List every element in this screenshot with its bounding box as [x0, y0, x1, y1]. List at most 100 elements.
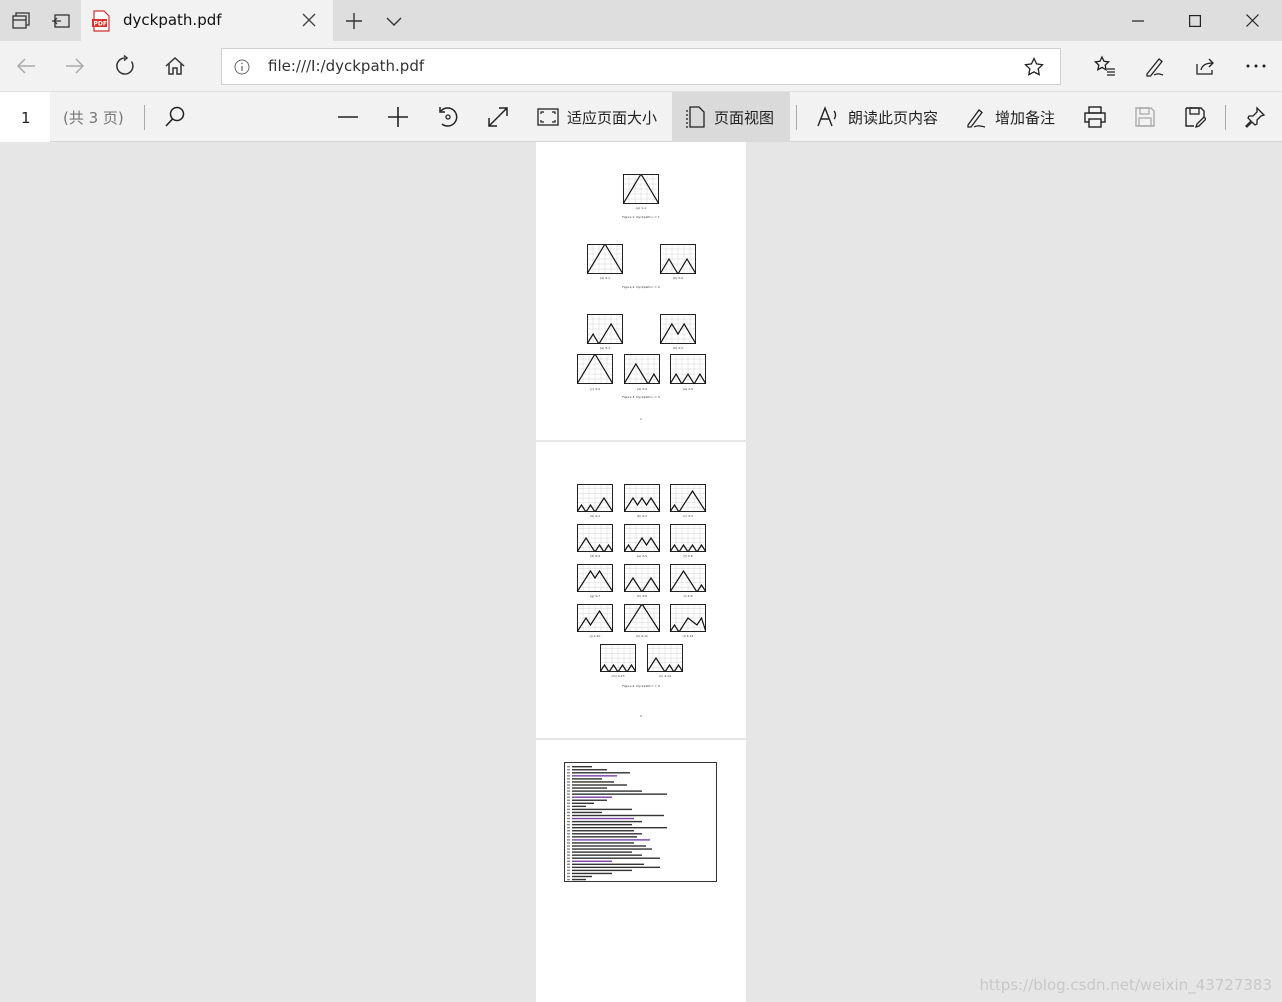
info-icon[interactable]: [234, 59, 250, 75]
figure-caption: (a) 1-1: [635, 206, 647, 210]
rotate-button[interactable]: [436, 92, 460, 142]
star-icon[interactable]: [1024, 57, 1044, 77]
figure-caption: (a) 2-1: [599, 276, 611, 280]
pen-icon[interactable]: [1135, 46, 1175, 86]
close-icon[interactable]: [301, 12, 317, 28]
figure-caption: (c) 3-3: [590, 387, 600, 391]
figure-caption: (f) 4-6: [683, 554, 693, 558]
chevron-down-icon[interactable]: [374, 0, 414, 41]
figure-caption: (m) 4-13: [611, 674, 625, 678]
save-as-button[interactable]: [1184, 92, 1206, 142]
pdf-icon: PDF: [91, 10, 111, 32]
dyckpath-thumb: [624, 354, 660, 384]
set-aside-tabs-icon[interactable]: [41, 0, 81, 41]
fullscreen-button[interactable]: [486, 92, 510, 142]
title-bar: PDF dyckpath.pdf: [0, 0, 1282, 41]
figure-caption: (i) 4-9: [683, 594, 693, 598]
figure-caption: (n) 4-14: [658, 674, 672, 678]
dyckpath-thumb: [624, 564, 660, 592]
figure-title: Figure 1: Dyckpath n = 1: [622, 215, 660, 219]
figure-caption: (j) 4-10: [589, 634, 601, 638]
page-view-icon: [686, 106, 706, 128]
rotate-icon: [436, 105, 460, 129]
dyckpath-thumb: [670, 354, 706, 384]
maximize-icon[interactable]: [1167, 0, 1223, 41]
add-notes-label: 增加备注: [995, 108, 1056, 127]
back-icon[interactable]: [6, 46, 46, 86]
read-aloud-button[interactable]: 朗读此页内容: [816, 92, 938, 142]
fullscreen-icon: [486, 105, 510, 129]
fit-icon: [537, 108, 559, 126]
read-aloud-label: 朗读此页内容: [848, 108, 939, 127]
pin-icon: [1244, 106, 1266, 128]
save-button[interactable]: [1134, 92, 1156, 142]
tab-manager-icon[interactable]: [1, 0, 41, 41]
dyckpath-thumb: [600, 644, 636, 672]
pdf-page-3: [536, 740, 746, 1002]
home-icon[interactable]: [155, 46, 195, 86]
figure-caption: (g) 4-7: [589, 594, 601, 598]
page-number-footer: 1: [640, 417, 642, 421]
fit-page-button[interactable]: 适应页面大小: [537, 92, 657, 142]
figure-caption: (k) 4-11: [636, 634, 648, 638]
pin-toolbar-button[interactable]: [1244, 92, 1266, 142]
dyckpath-thumb: [624, 604, 660, 632]
page-number: 1: [21, 109, 31, 127]
zoom-out-button[interactable]: [336, 92, 360, 142]
search-icon: [163, 105, 187, 129]
address-bar[interactable]: file:///I:/dyckpath.pdf: [221, 48, 1061, 85]
share-icon[interactable]: [1185, 46, 1225, 86]
dyckpath-thumb: [647, 644, 683, 672]
zoom-out-icon: [336, 105, 360, 129]
figure-caption: (d) 4-4: [589, 554, 601, 558]
fit-page-label: 适应页面大小: [567, 108, 658, 127]
more-icon[interactable]: [1236, 46, 1276, 86]
figure-caption: (c) 4-3: [683, 514, 693, 518]
dyckpath-thumb: [624, 484, 660, 512]
figure-caption: (b) 3-2: [672, 346, 684, 350]
figure-caption: (b) 2-2: [672, 276, 684, 280]
search-button[interactable]: [163, 92, 187, 142]
forward-icon[interactable]: [55, 46, 95, 86]
zoom-in-button[interactable]: [386, 92, 410, 142]
tab-dyckpath[interactable]: PDF dyckpath.pdf: [81, 0, 333, 41]
dyckpath-thumb: [660, 314, 696, 344]
dyckpath-thumb: [624, 524, 660, 552]
pdf-toolbar: 1 (共 3 页) 适应页面大小 页面视图 朗读此页内容 增加备注: [0, 91, 1282, 142]
svg-text:PDF: PDF: [94, 21, 107, 28]
watermark: https://blog.csdn.net/weixin_43727383: [979, 976, 1272, 994]
read-aloud-icon: [816, 105, 840, 129]
code-listing: [564, 762, 717, 882]
dyckpath-thumb: [577, 524, 613, 552]
dyckpath-thumb: [577, 604, 613, 632]
figure-caption: (h) 4-8: [636, 594, 648, 598]
page-view-label: 页面视图: [714, 108, 775, 127]
page-number-input[interactable]: 1: [0, 92, 50, 142]
dyckpath-thumb: [577, 564, 613, 592]
dyckpath-thumb: [670, 484, 706, 512]
zoom-in-icon: [386, 105, 410, 129]
add-notes-button[interactable]: 增加备注: [965, 92, 1055, 142]
print-button[interactable]: [1083, 92, 1107, 142]
figure-title: Figure 4: Dyckpath n = 4: [622, 684, 660, 688]
navigation-bar: file:///I:/dyckpath.pdf: [0, 41, 1282, 91]
tab-title: dyckpath.pdf: [123, 11, 222, 29]
figure-caption: (e) 4-5: [636, 554, 648, 558]
page-view-button[interactable]: 页面视图: [672, 92, 790, 142]
pdf-page-2: (a) 4-1 (b) 4-2 (c) 4-3 (d) 4-4 (e) 4-5 (f) 4…: [536, 442, 746, 738]
close-window-icon[interactable]: [1224, 0, 1280, 41]
minimize-icon[interactable]: [1110, 0, 1166, 41]
favorites-icon[interactable]: [1085, 46, 1125, 86]
dyckpath-thumb: [623, 174, 659, 204]
figure-title: Figure 2: Dyckpath n = 2: [622, 285, 660, 289]
refresh-icon[interactable]: [105, 46, 145, 86]
dyckpath-thumb: [670, 604, 706, 632]
divider: [796, 105, 797, 130]
pdf-viewer-content[interactable]: (a) 1-1 Figure 1: Dyckpath n = 1 (a) 2-1 (b…: [0, 142, 1282, 1002]
page-count: (共 3 页): [63, 109, 124, 127]
dyckpath-thumb: [577, 354, 613, 384]
figure-caption: (a) 4-1: [589, 514, 601, 518]
divider: [144, 105, 145, 130]
save-icon: [1134, 106, 1156, 128]
new-tab-icon[interactable]: [334, 0, 374, 41]
